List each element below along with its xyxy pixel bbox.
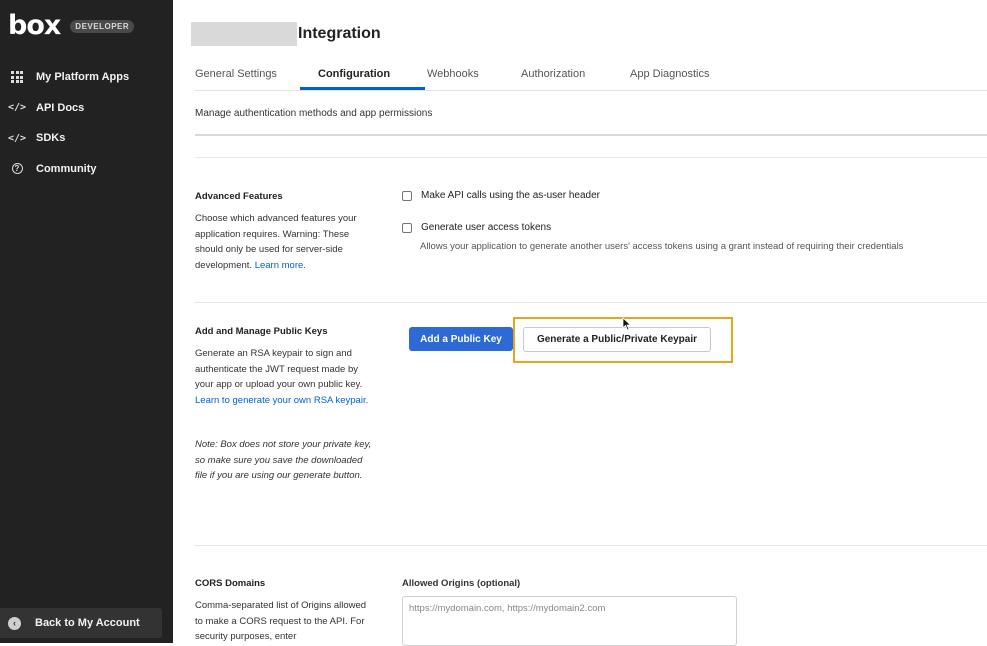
tab-general-settings[interactable]: General Settings bbox=[195, 68, 277, 80]
sidebar-item-api-docs[interactable]: </> API Docs bbox=[0, 93, 173, 124]
back-to-account-button[interactable]: ‹ Back to My Account bbox=[0, 608, 162, 638]
help-circle-icon: ? bbox=[9, 162, 25, 176]
code-icon: </> bbox=[7, 102, 27, 114]
main-content: Integration General Settings Configurati… bbox=[173, 0, 987, 646]
page-header: Integration bbox=[191, 22, 381, 46]
divider bbox=[195, 302, 987, 303]
as-user-header-option[interactable]: Make API calls using the as-user header bbox=[402, 190, 600, 201]
sidebar: box DEVELOPER My Platform Apps </> API D… bbox=[0, 0, 173, 643]
section-progress-bar bbox=[195, 134, 987, 136]
sidebar-item-label: API Docs bbox=[36, 101, 85, 114]
user-access-tokens-help: Allows your application to generate anot… bbox=[420, 241, 904, 252]
tab-webhooks[interactable]: Webhooks bbox=[427, 68, 479, 80]
divider bbox=[195, 545, 987, 546]
chevron-left-icon: ‹ bbox=[8, 616, 21, 630]
page-title: Integration bbox=[298, 25, 381, 42]
generate-keypair-button[interactable]: Generate a Public/Private Keypair bbox=[523, 327, 711, 352]
sidebar-item-sdks[interactable]: </> SDKs bbox=[0, 123, 173, 154]
tab-authorization[interactable]: Authorization bbox=[521, 68, 585, 80]
allowed-origins-label: Allowed Origins (optional) bbox=[402, 578, 521, 589]
advanced-features-description: Choose which advanced features your appl… bbox=[195, 211, 373, 273]
sidebar-item-label: Community bbox=[36, 162, 97, 175]
back-to-account-label: Back to My Account bbox=[35, 617, 140, 629]
tab-configuration[interactable]: Configuration bbox=[318, 68, 390, 80]
mouse-cursor-icon bbox=[622, 317, 632, 331]
rsa-keypair-link[interactable]: Learn to generate your own RSA keypair. bbox=[195, 395, 368, 406]
learn-more-link[interactable]: Learn more. bbox=[255, 260, 306, 271]
advanced-features-title: Advanced Features bbox=[195, 191, 283, 202]
as-user-header-checkbox[interactable] bbox=[402, 190, 412, 201]
page-subtitle: Manage authentication methods and app pe… bbox=[195, 108, 433, 119]
public-keys-title: Add and Manage Public Keys bbox=[195, 326, 328, 337]
public-keys-text: Generate an RSA keypair to sign and auth… bbox=[195, 348, 363, 390]
allowed-origins-input[interactable]: https://mydomain.com, https://mydomain2.… bbox=[402, 596, 737, 646]
sidebar-item-label: My Platform Apps bbox=[36, 71, 130, 84]
grid-icon bbox=[9, 70, 25, 84]
public-keys-description: Generate an RSA keypair to sign and auth… bbox=[195, 346, 373, 408]
sidebar-nav: My Platform Apps </> API Docs </> SDKs ?… bbox=[0, 62, 173, 184]
divider bbox=[195, 157, 987, 158]
add-public-key-button[interactable]: Add a Public Key bbox=[409, 327, 513, 351]
sidebar-item-label: SDKs bbox=[36, 132, 66, 145]
redacted-app-name bbox=[191, 22, 297, 46]
cors-domains-description: Comma-separated list of Origins allowed … bbox=[195, 600, 367, 642]
active-tab-indicator bbox=[300, 87, 425, 90]
developer-badge: DEVELOPER bbox=[70, 19, 135, 33]
tab-bar: General Settings Configuration Webhooks … bbox=[195, 62, 987, 91]
user-access-tokens-option[interactable]: Generate user access tokens bbox=[402, 222, 551, 233]
checkbox-label: Generate user access tokens bbox=[421, 222, 552, 233]
tab-app-diagnostics[interactable]: App Diagnostics bbox=[630, 68, 710, 80]
checkbox-label: Make API calls using the as-user header bbox=[421, 190, 600, 201]
private-key-note: Note: Box does not store your private ke… bbox=[195, 439, 372, 481]
logo-row: box DEVELOPER bbox=[8, 12, 135, 39]
code-icon: </> bbox=[7, 132, 27, 144]
cors-domains-title: CORS Domains bbox=[195, 578, 266, 589]
box-logo[interactable]: box bbox=[8, 12, 61, 39]
sidebar-item-my-platform-apps[interactable]: My Platform Apps bbox=[0, 62, 173, 93]
user-access-tokens-checkbox[interactable] bbox=[402, 222, 412, 233]
sidebar-item-community[interactable]: ? Community bbox=[0, 154, 173, 185]
